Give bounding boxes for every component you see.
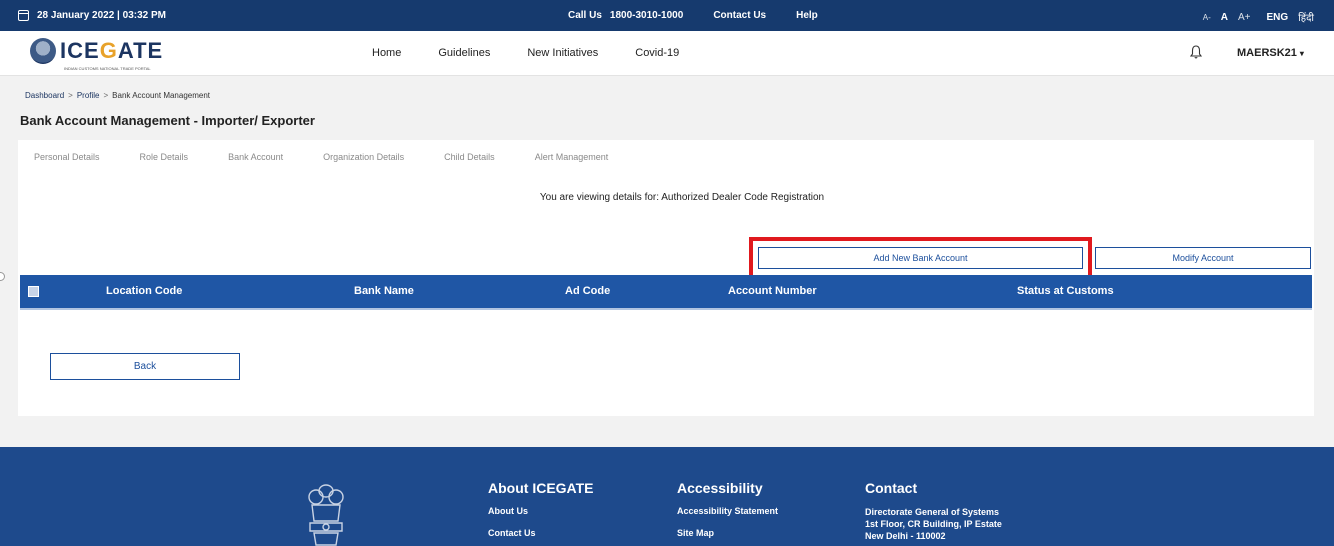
nav-covid[interactable]: Covid-19 xyxy=(635,47,679,59)
contact-us-link[interactable]: Contact Us xyxy=(713,10,766,21)
accessibility-controls: A- A A+ ENG हिंदी xyxy=(1203,10,1314,25)
calendar-icon xyxy=(18,10,29,21)
font-decrease-button[interactable]: A- xyxy=(1203,13,1211,22)
column-location-code: Location Code xyxy=(106,285,183,297)
column-ad-code: Ad Code xyxy=(565,285,611,297)
username: MAERSK21 xyxy=(1237,47,1297,59)
footer-site-map-link[interactable]: Site Map xyxy=(677,528,778,538)
chevron-down-icon: ▾ xyxy=(1299,49,1304,58)
tab-role-details[interactable]: Role Details xyxy=(140,152,189,162)
footer-contact-line: New Delhi - 110002 xyxy=(865,531,946,541)
footer-about-us-link[interactable]: About Us xyxy=(488,506,594,516)
main-nav: Home Guidelines New Initiatives Covid-19 xyxy=(372,47,679,59)
page-title: Bank Account Management - Importer/ Expo… xyxy=(20,113,315,128)
footer-contact-line: Directorate General of Systems xyxy=(865,507,1000,517)
breadcrumb-current: Bank Account Management xyxy=(112,91,211,100)
modify-account-button[interactable]: Modify Account xyxy=(1095,247,1311,269)
footer-contact-line: 1st Floor, CR Building, IP Estate xyxy=(865,519,1002,529)
footer: About ICEGATE About Us Contact Us Access… xyxy=(0,447,1334,546)
logo-subtitle: INDIAN CUSTOMS NATIONAL TRADE PORTAL xyxy=(64,66,151,71)
main-panel: Personal Details Role Details Bank Accou… xyxy=(18,140,1314,416)
tab-bank-account[interactable]: Bank Account xyxy=(228,152,283,162)
nav-new-initiatives[interactable]: New Initiatives xyxy=(527,47,598,59)
footer-contact-heading: Contact xyxy=(865,480,918,496)
call-us-number: 1800-3010-1000 xyxy=(609,10,684,21)
footer-about-section: About ICEGATE About Us Contact Us xyxy=(488,480,594,546)
tab-organization-details[interactable]: Organization Details xyxy=(323,152,404,162)
breadcrumb: Dashboard > Profile > Bank Account Managemen… xyxy=(25,91,210,100)
nav-home[interactable]: Home xyxy=(372,47,401,59)
call-us[interactable]: Call Us 1800-3010-1000 xyxy=(568,10,683,21)
top-links: Call Us 1800-3010-1000 Contact Us Help xyxy=(568,10,818,21)
add-new-bank-account-button[interactable]: Add New Bank Account xyxy=(758,247,1083,269)
logo-text-part-2: ATE xyxy=(117,38,164,63)
logo-text: ICEGATE xyxy=(60,40,163,62)
national-emblem-icon xyxy=(308,484,344,546)
date-time: 28 January 2022 | 03:32 PM xyxy=(18,10,166,21)
tab-personal-details[interactable]: Personal Details xyxy=(34,152,100,162)
footer-accessibility-statement-link[interactable]: Accessibility Statement xyxy=(677,506,778,516)
font-normal-button[interactable]: A xyxy=(1221,12,1228,23)
logo-text-part-1: ICE xyxy=(60,38,100,63)
select-all-checkbox[interactable] xyxy=(28,286,39,297)
icegate-logo[interactable]: ICEGATE INDIAN CUSTOMS NATIONAL TRADE PO… xyxy=(30,38,163,71)
lang-hindi-button[interactable]: हिंदी xyxy=(1298,10,1314,24)
top-bar: 28 January 2022 | 03:32 PM Call Us 1800-3… xyxy=(0,0,1334,31)
header: ICEGATE INDIAN CUSTOMS NATIONAL TRADE PO… xyxy=(0,31,1334,76)
tab-child-details[interactable]: Child Details xyxy=(444,152,495,162)
footer-accessibility-heading: Accessibility xyxy=(677,480,763,496)
date-text: 28 January 2022 | 03:32 PM xyxy=(37,10,166,21)
column-account-number: Account Number xyxy=(728,285,817,297)
tab-alert-management[interactable]: Alert Management xyxy=(535,152,609,162)
bank-account-table-header: Location Code Bank Name Ad Code Account … xyxy=(20,275,1312,308)
footer-about-heading: About ICEGATE xyxy=(488,480,594,496)
lang-eng-button[interactable]: ENG xyxy=(1267,12,1289,23)
profile-tabs: Personal Details Role Details Bank Accou… xyxy=(34,152,608,162)
footer-contact-section: Contact Directorate General of Systems 1… xyxy=(865,480,1002,542)
breadcrumb-profile[interactable]: Profile xyxy=(77,91,100,100)
help-link[interactable]: Help xyxy=(796,10,818,21)
table-divider xyxy=(20,308,1312,310)
footer-contact-us-link[interactable]: Contact Us xyxy=(488,528,594,538)
nav-guidelines[interactable]: Guidelines xyxy=(438,47,490,59)
column-bank-name: Bank Name xyxy=(354,285,414,297)
font-increase-button[interactable]: A+ xyxy=(1238,12,1251,23)
column-status-at-customs: Status at Customs xyxy=(1017,285,1114,297)
footer-accessibility-section: Accessibility Accessibility Statement Si… xyxy=(677,480,778,546)
call-us-label: Call Us xyxy=(568,10,602,21)
side-handle[interactable] xyxy=(0,272,5,281)
viewing-details-text: You are viewing details for: Authorized … xyxy=(539,192,825,203)
notification-bell-icon[interactable] xyxy=(1190,45,1202,59)
breadcrumb-dashboard[interactable]: Dashboard xyxy=(25,91,64,100)
breadcrumb-separator: > xyxy=(103,91,109,100)
breadcrumb-separator: > xyxy=(68,91,73,100)
back-button[interactable]: Back xyxy=(50,353,240,380)
logo-text-accent: G xyxy=(99,38,118,63)
logo-emblem-icon xyxy=(30,38,56,64)
user-menu[interactable]: MAERSK21 ▾ xyxy=(1237,47,1304,59)
